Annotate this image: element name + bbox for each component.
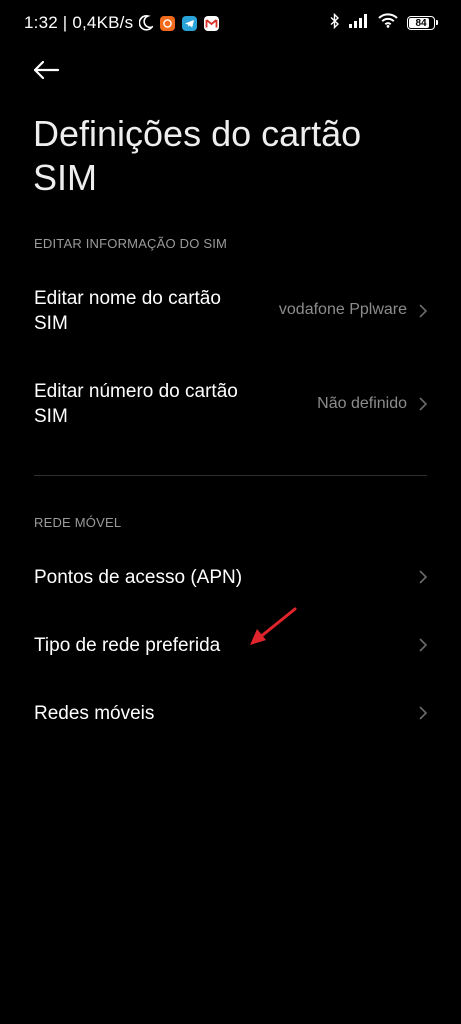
signal-icon xyxy=(349,13,369,33)
back-arrow-icon xyxy=(33,60,60,80)
preferred-network-type-row[interactable]: Tipo de rede preferida xyxy=(0,626,461,666)
status-bar: 1:32 | 0,4KB/s 84 xyxy=(0,0,461,46)
access-points-label: Pontos de acesso (APN) xyxy=(34,567,243,588)
page-title: Definições do cartão SIM xyxy=(33,113,362,198)
status-left: 1:32 | 0,4KB/s xyxy=(24,12,220,34)
section-divider xyxy=(34,475,427,476)
access-points-row[interactable]: Pontos de acesso (APN) xyxy=(0,558,461,598)
chevron-right-icon xyxy=(419,397,428,411)
gmail-icon xyxy=(204,15,220,31)
edit-sim-name-label: Editar nome do cartão SIM xyxy=(34,288,221,334)
edit-sim-number-row[interactable]: Editar número do cartão SIM Não definido xyxy=(0,372,461,438)
battery-tip xyxy=(436,20,438,25)
annotation-arrow-icon xyxy=(250,607,297,645)
telegram-icon xyxy=(182,15,198,31)
chevron-right-icon xyxy=(419,638,428,652)
status-right: 84 xyxy=(321,12,438,34)
mobile-networks-row[interactable]: Redes móveis xyxy=(0,694,461,734)
edit-sim-number-label: Editar número do cartão SIM xyxy=(34,381,238,427)
orange-app-icon xyxy=(160,15,176,31)
mobile-networks-label: Redes móveis xyxy=(34,703,155,724)
edit-sim-name-row[interactable]: Editar nome do cartão SIM vodafone Pplwa… xyxy=(0,278,461,344)
chevron-right-icon xyxy=(419,706,428,720)
section-header-sim-info: EDITAR INFORMAÇÃO DO SIM xyxy=(34,236,228,251)
section-header-mobile-network: REDE MÓVEL xyxy=(34,515,122,530)
preferred-network-type-label: Tipo de rede preferida xyxy=(34,635,221,656)
battery-icon: 84 xyxy=(407,16,438,30)
back-button[interactable] xyxy=(28,55,64,85)
edit-sim-name-value: vodafone Pplware xyxy=(278,301,407,318)
chevron-right-icon xyxy=(419,304,428,318)
edit-sim-number-value: Não definido xyxy=(317,395,407,412)
battery-level: 84 xyxy=(415,17,427,29)
wifi-icon xyxy=(378,13,398,33)
bluetooth-icon xyxy=(330,12,340,34)
chevron-right-icon xyxy=(419,570,428,584)
status-time-speed: 1:32 | 0,4KB/s xyxy=(24,13,134,32)
moon-icon xyxy=(138,15,155,31)
